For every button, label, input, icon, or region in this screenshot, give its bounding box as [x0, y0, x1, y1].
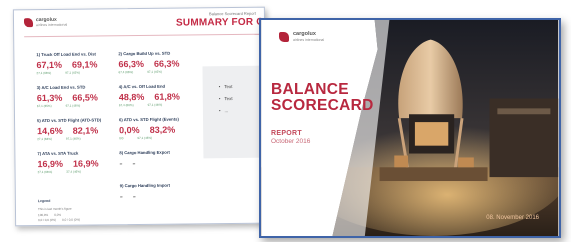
kpi-subvalue: 67,1 (65%) [36, 103, 52, 109]
kpi-subvalue: 97,1 (46%) [137, 135, 153, 141]
kpi-subvalue: 27,1 (66%) [37, 136, 52, 142]
note-bullet: ... [219, 108, 228, 113]
kpi-card: 4) A/C vs. Off Load End 48,8% 61,8% 67,4… [119, 83, 203, 116]
kpi-subvalue: 67,4 (66%) [118, 70, 134, 75]
summary-title: SUMMARY FOR OC [175, 16, 268, 29]
kpi-value-current: 48,8% [118, 91, 145, 103]
cargolux-logo-icon [279, 32, 289, 42]
cover-photo [261, 20, 559, 236]
kpi-value-current: 16,9% [37, 158, 64, 170]
kpi-value-ytd: 83,2% [149, 124, 176, 135]
report-period: October 2016 [271, 138, 311, 145]
kpi-value-ytd: 69,1% [71, 59, 98, 70]
kpi-card: 8) Cargo Handling Export - - [119, 149, 203, 182]
kpi-value-ytd: - [132, 191, 136, 202]
kpi-label: 8) Cargo Handling Export [119, 149, 170, 156]
summary-header: cargolux airlines international Balance … [14, 8, 268, 41]
kpi-value-ytd: 66,3% [153, 58, 180, 69]
kpi-value-current: - [119, 158, 123, 169]
cover-title: BALANCE SCORECARD [271, 82, 374, 114]
kpi-subvalue: 97,1 (46%) [147, 102, 163, 107]
legend-title: Legend [37, 198, 51, 204]
summary-page-thumbnail: cargolux airlines international Balance … [12, 6, 268, 227]
kpi-value-current: 66,3% [118, 58, 145, 70]
legend-text: 100,0% [38, 212, 49, 218]
kpi-subvalue: 97,1 (45%) [147, 69, 162, 74]
note-bullet: Text [219, 84, 232, 89]
kpi-label: 5) ATD vs. STD Flight (ATD-STD) [37, 117, 102, 124]
kpi-label: 2) Cargo Build Up vs. STD [118, 50, 171, 57]
kpi-label: 6) ATD vs. STD Flight (Events) [119, 116, 179, 123]
kpi-subvalue: 27,1 (66%) [36, 70, 52, 76]
cover-page-thumbnail: cargolux airlines international BALANCE … [259, 18, 561, 238]
kpi-value-current: 67,1% [36, 59, 63, 71]
kpi-label: 4) A/C vs. Off Load End [118, 83, 166, 90]
legend-text: 0,0 / 0,0 (0%) [38, 217, 57, 223]
kpi-card: 6) ATD vs. STD Flight (Events) 0,0% 83,2… [119, 116, 203, 149]
kpi-subvalue: 97,1 (46%) [65, 136, 81, 141]
kpi-label: 7) ATA vs. STA Truck [37, 150, 79, 157]
kpi-value-current: - [119, 191, 123, 202]
kpi-value-ytd: 82,1% [72, 125, 99, 136]
kpi-label: 1) Truck Off Load End vs. Dist [36, 51, 96, 58]
kpi-value-ytd: 16,9% [72, 158, 99, 169]
legend-text: This is last month's figure [37, 206, 72, 212]
cargolux-logo-icon [23, 18, 34, 28]
kpi-card: 7) ATA vs. STA Truck 16,9% 16,9% 27,1 (6… [37, 150, 121, 183]
kpi-subvalue: 97,1 (46%) [65, 103, 81, 108]
legend-text: 0,0 / 0,0 (0%) [62, 217, 81, 222]
kpi-subvalue: 37,4 (46%) [66, 169, 81, 174]
report-label: REPORT [271, 130, 302, 137]
kpi-value-current: 0,0% [119, 125, 140, 136]
kpi-value-current: 14,6% [37, 125, 63, 137]
kpi-value-ytd: 66,5% [72, 92, 98, 103]
kpi-card: 2) Cargo Build Up vs. STD 66,3% 66,3% 67… [118, 50, 202, 83]
logo-subtext: airlines international [293, 38, 325, 42]
cover-title-line: SCORECARD [271, 97, 374, 114]
cover-title-line: BALANCE [271, 81, 349, 98]
legend-text: 0,0% [54, 212, 62, 217]
kpi-subvalue: 27,1 (66%) [37, 169, 53, 175]
kpi-card: 5) ATD vs. STD Flight (ATD-STD) 14,6% 82… [37, 117, 121, 150]
kpi-card: 3) A/C Load End vs. STD 61,3% 66,5% 67,1… [37, 84, 121, 117]
kpi-label: 9) Cargo Handling Import [119, 182, 170, 189]
footer-date: 08. November 2016 [486, 215, 539, 221]
kpi-card: 9) Cargo Handling Import - - [120, 182, 204, 215]
logo-text: cargolux [293, 31, 316, 37]
logo-subtext: airlines international [36, 22, 68, 28]
kpi-subvalue: 67,4 (66%) [118, 103, 134, 108]
kpi-label: 3) A/C Load End vs. STD [36, 84, 86, 91]
header-divider [24, 33, 261, 38]
kpi-subvalue: 0/0 [119, 136, 124, 141]
kpi-value-ytd: 61,8% [154, 91, 180, 102]
kpi-subvalue: 97,1 (45%) [65, 70, 80, 75]
kpi-value-current: 61,3% [36, 92, 63, 104]
kpi-card: 1) Truck Off Load End vs. Dist 67,1% 69,… [36, 51, 120, 84]
note-bullet: Text [219, 96, 232, 101]
legend: Legend This is last month's figure 100,0… [38, 199, 80, 222]
kpi-value-ytd: - [132, 158, 136, 169]
notes-panel: Text Text ... [202, 65, 268, 159]
report-kicker: Balance Scorecard Report [208, 10, 256, 17]
